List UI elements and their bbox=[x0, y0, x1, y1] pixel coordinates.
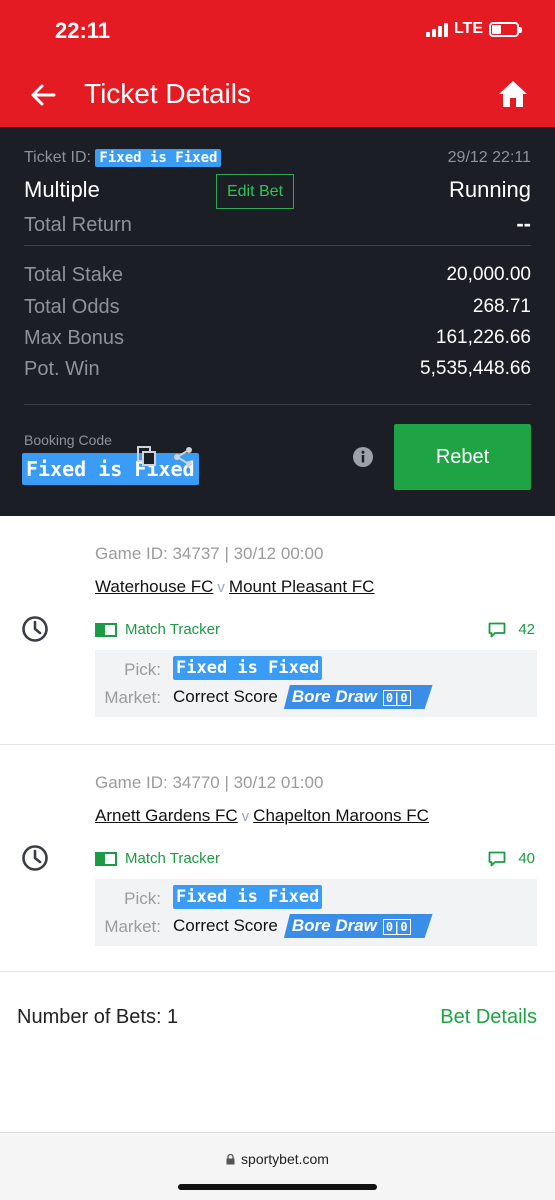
comment-icon bbox=[488, 622, 506, 637]
page-title: Ticket Details bbox=[84, 78, 252, 109]
score-box: 0|0 bbox=[383, 919, 411, 935]
copy-icon[interactable] bbox=[136, 445, 158, 467]
clock-icon bbox=[22, 616, 48, 642]
pick-value-tag: Fixed is Fixed bbox=[173, 885, 323, 909]
stat-label: Total Odds bbox=[24, 295, 120, 318]
comment-icon bbox=[488, 851, 506, 866]
selection-item: Game ID: 34770 | 30/12 01:00 Arnett Gard… bbox=[0, 745, 555, 971]
lock-icon bbox=[226, 1154, 235, 1165]
bore-draw-label: Bore Draw bbox=[291, 916, 377, 935]
divider bbox=[0, 971, 555, 972]
status-indicators: LTE bbox=[425, 20, 522, 38]
market-label: Market: bbox=[104, 688, 161, 707]
match-tracker-icon bbox=[95, 851, 117, 866]
share-icon[interactable] bbox=[171, 445, 195, 469]
comment-count: 42 bbox=[518, 621, 535, 638]
market-label: Market: bbox=[104, 917, 161, 936]
stat-label: Max Bonus bbox=[24, 326, 125, 349]
url-bar[interactable]: sportybet.com bbox=[0, 1151, 555, 1167]
game-id: Game ID: 34737 | 30/12 00:00 bbox=[95, 544, 324, 563]
comments-link[interactable]: 40 bbox=[488, 850, 535, 867]
network-label: LTE bbox=[453, 20, 483, 37]
match-tracker-label: Match Tracker bbox=[125, 621, 221, 638]
ticket-summary: Ticket ID: Fixed is Fixed 29/12 22:11 Mu… bbox=[0, 127, 555, 516]
pick-label: Pick: bbox=[124, 889, 161, 908]
divider bbox=[24, 245, 531, 246]
ticket-id-label: Ticket ID: bbox=[24, 149, 91, 166]
market-name: Correct Score bbox=[173, 916, 278, 935]
arrow-left-icon[interactable] bbox=[28, 80, 58, 110]
rebet-button[interactable]: Rebet bbox=[394, 424, 531, 490]
bore-draw-tag: Bore Draw 0|0 bbox=[284, 685, 433, 709]
total-return-value: -- bbox=[516, 211, 531, 236]
vs-label: v bbox=[217, 579, 225, 596]
bet-type: Multiple bbox=[24, 177, 100, 202]
ticket-id-value: Fixed is Fixed bbox=[95, 149, 222, 167]
match-tracker-icon bbox=[95, 622, 117, 637]
bore-draw-label: Bore Draw bbox=[291, 687, 377, 706]
match-tracker-link[interactable]: Match Tracker bbox=[95, 621, 220, 638]
bore-draw-tag: Bore Draw 0|0 bbox=[284, 914, 433, 938]
info-icon[interactable] bbox=[352, 446, 374, 468]
number-of-bets: Number of Bets: 1 bbox=[17, 1006, 179, 1028]
pick-label: Pick: bbox=[124, 660, 161, 679]
match-teams[interactable]: Waterhouse FC v Mount Pleasant FC bbox=[95, 577, 374, 597]
away-team[interactable]: Chapelton Maroons FC bbox=[253, 806, 429, 825]
stat-label: Pot. Win bbox=[24, 357, 100, 380]
score-box: 0|0 bbox=[383, 690, 411, 706]
pick-box: Pick: Fixed is Fixed Market: Correct Sco… bbox=[95, 879, 537, 946]
pick-value-tag: Fixed is Fixed bbox=[173, 656, 323, 680]
signal-icon bbox=[425, 21, 448, 37]
comment-count: 40 bbox=[518, 850, 535, 867]
bet-details-link[interactable]: Bet Details bbox=[440, 1006, 537, 1029]
stat-label: Total Stake bbox=[24, 263, 123, 286]
stat-value: 5,535,448.66 bbox=[420, 358, 531, 379]
market-value: Correct Score Bore Draw 0|0 bbox=[173, 685, 433, 709]
url-text: sportybet.com bbox=[241, 1151, 329, 1167]
bet-status: Running bbox=[449, 177, 531, 202]
away-team[interactable]: Mount Pleasant FC bbox=[229, 577, 375, 596]
browser-bar: sportybet.com bbox=[0, 1132, 555, 1200]
clock-icon bbox=[22, 845, 48, 871]
pick-value: Fixed is Fixed bbox=[173, 656, 323, 680]
selection-item: Game ID: 34737 | 30/12 00:00 Waterhouse … bbox=[0, 516, 555, 744]
stat-total-stake: Total Stake 20,000.00 bbox=[24, 261, 531, 289]
stat-value: 20,000.00 bbox=[446, 264, 531, 285]
pick-value: Fixed is Fixed bbox=[173, 885, 323, 909]
stat-total-odds: Total Odds 268.71 bbox=[24, 293, 531, 321]
match-teams[interactable]: Arnett Gardens FC v Chapelton Maroons FC bbox=[95, 806, 429, 826]
comments-link[interactable]: 42 bbox=[488, 621, 535, 638]
ticket-date: 29/12 22:11 bbox=[447, 149, 531, 166]
battery-icon bbox=[489, 21, 522, 37]
status-time: 22:11 bbox=[55, 18, 111, 43]
top-bar: 22:11 LTE Ticket Details bbox=[0, 0, 555, 127]
game-id: Game ID: 34770 | 30/12 01:00 bbox=[95, 773, 324, 792]
booking-code-label: Booking Code bbox=[24, 432, 112, 448]
home-team[interactable]: Waterhouse FC bbox=[95, 577, 213, 596]
divider bbox=[24, 404, 531, 405]
match-tracker-label: Match Tracker bbox=[125, 850, 221, 867]
home-indicator[interactable] bbox=[178, 1184, 377, 1190]
market-name: Correct Score bbox=[173, 687, 278, 706]
total-return-label: Total Return bbox=[24, 214, 132, 236]
match-tracker-link[interactable]: Match Tracker bbox=[95, 850, 220, 867]
edit-bet-button[interactable]: Edit Bet bbox=[216, 174, 294, 209]
pick-box: Pick: Fixed is Fixed Market: Correct Sco… bbox=[95, 650, 537, 717]
market-value: Correct Score Bore Draw 0|0 bbox=[173, 914, 433, 938]
stat-value: 268.71 bbox=[472, 296, 531, 317]
stat-max-bonus: Max Bonus 161,226.66 bbox=[24, 324, 531, 352]
stat-value: 161,226.66 bbox=[435, 327, 531, 348]
home-icon[interactable] bbox=[497, 78, 529, 110]
ticket-id: Ticket ID: Fixed is Fixed bbox=[24, 149, 222, 167]
stat-pot-win: Pot. Win 5,535,448.66 bbox=[24, 355, 531, 383]
home-team[interactable]: Arnett Gardens FC bbox=[95, 806, 238, 825]
vs-label: v bbox=[241, 808, 250, 825]
